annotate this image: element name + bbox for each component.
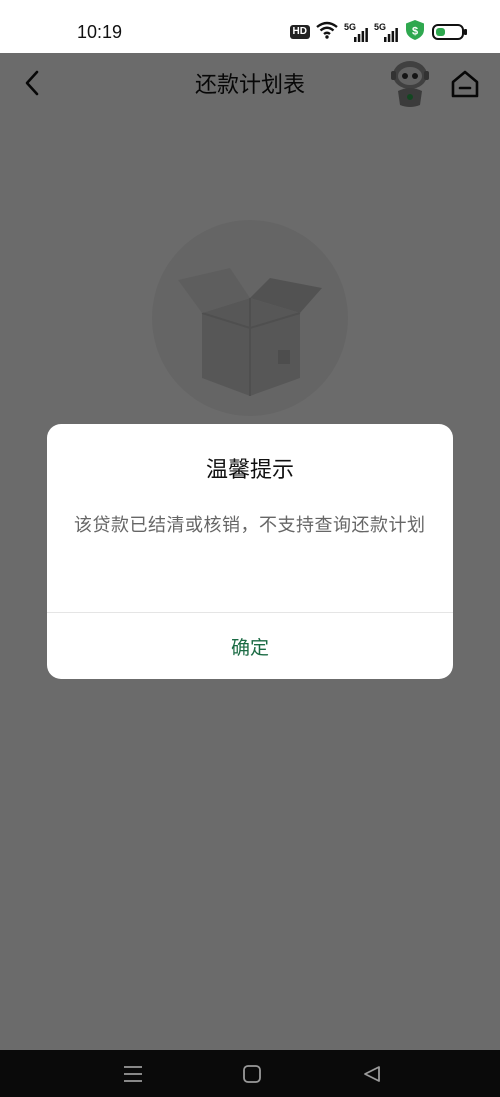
alert-dialog: 温馨提示 该贷款已结清或核销，不支持查询还款计划 确定 [47, 424, 453, 679]
signal-sim2-icon: 5G [374, 22, 398, 42]
hd-voice-icon: HD [289, 25, 310, 39]
status-icons: HD 5G 5G $ [289, 19, 467, 45]
status-bar: 10:19 HD 5G 5G $ [0, 0, 500, 53]
recent-apps-button[interactable] [121, 1062, 145, 1086]
dialog-title: 温馨提示 [205, 458, 294, 483]
menu-icon [124, 1066, 142, 1082]
svg-text:$: $ [412, 26, 418, 38]
battery-icon [432, 24, 467, 40]
status-time: 10:19 [77, 22, 123, 42]
wifi-icon [316, 21, 338, 43]
security-shield-icon: $ [404, 19, 426, 45]
triangle-back-icon [364, 1066, 380, 1082]
system-home-button[interactable] [240, 1062, 264, 1086]
dialog-message: 该贷款已结清或核销，不支持查询还款计划 [74, 515, 426, 536]
signal-sim1-icon: 5G [344, 22, 368, 42]
system-back-button[interactable] [360, 1062, 384, 1086]
confirm-button[interactable]: 确定 [47, 613, 453, 679]
system-navigation-bar [0, 1050, 500, 1097]
square-home-icon [243, 1065, 261, 1083]
